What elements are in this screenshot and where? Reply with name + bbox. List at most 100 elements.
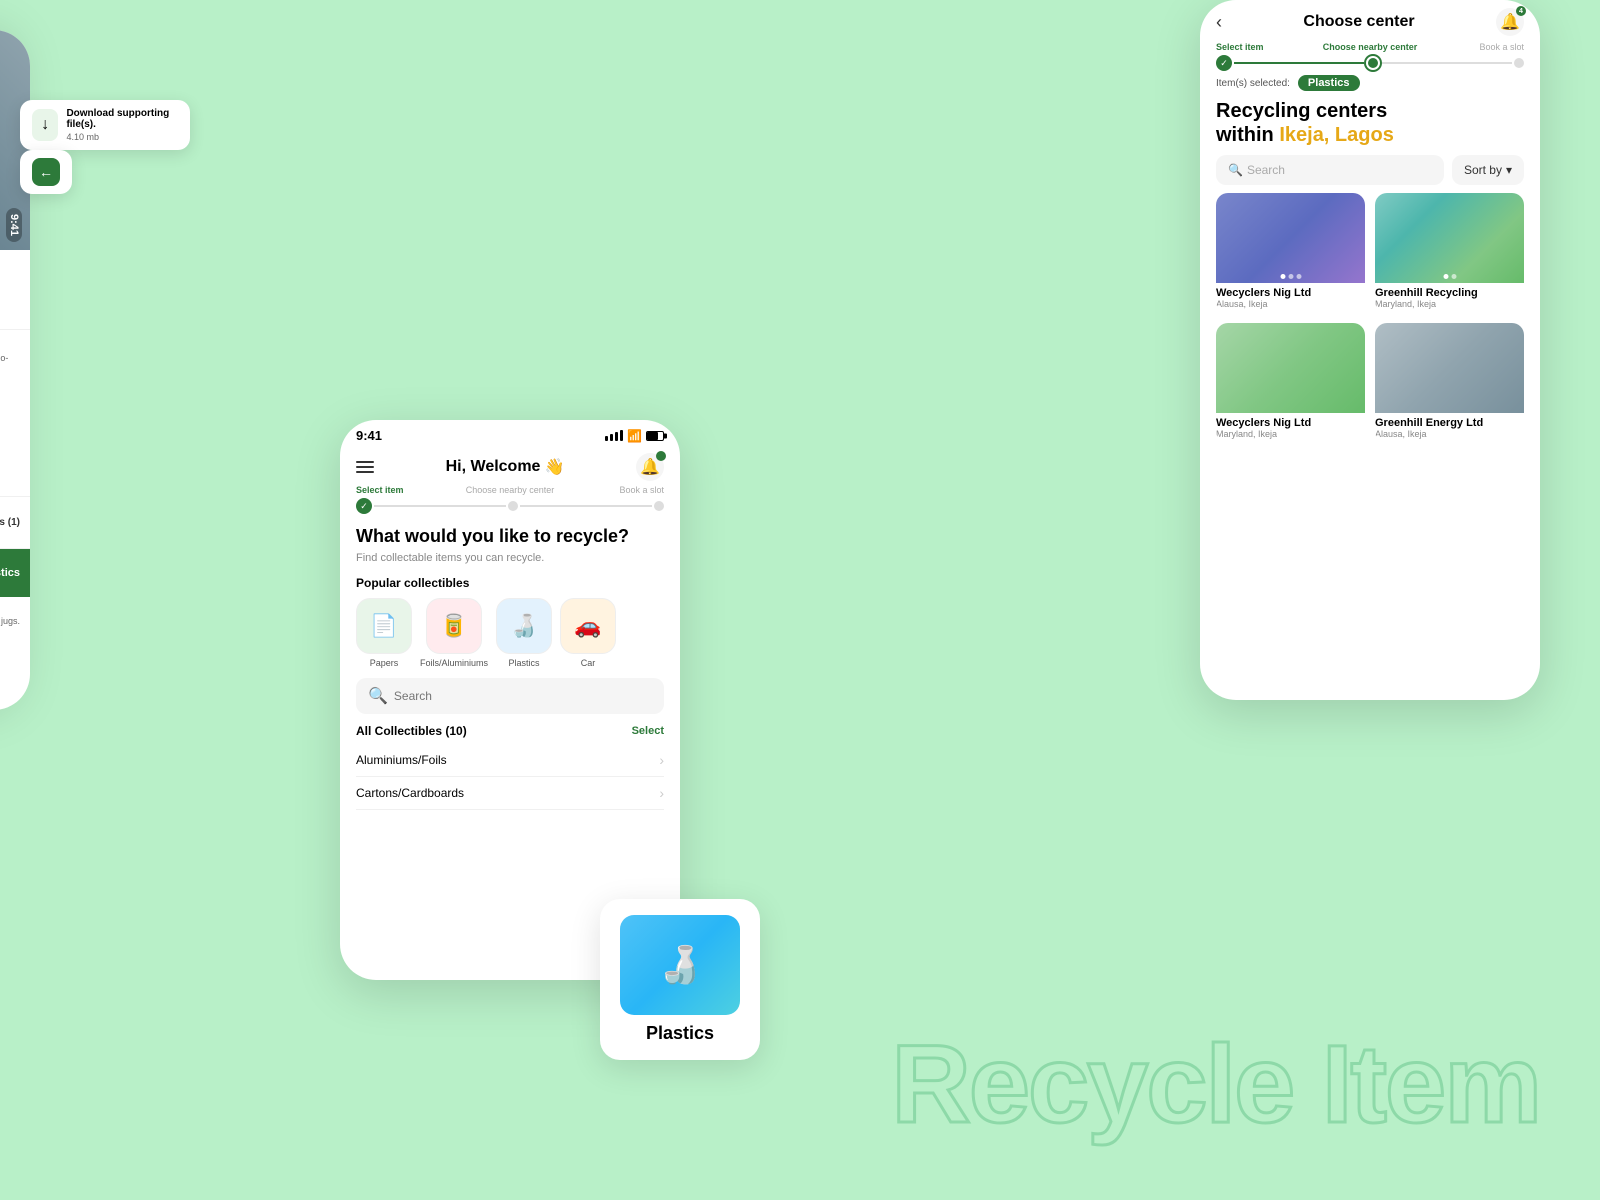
bell-icon: 🔔 xyxy=(640,457,660,477)
screen1-selected-label: Selected Items (1) xyxy=(0,517,20,528)
collectible-car[interactable]: 🚗 Car xyxy=(560,598,616,668)
screen2-select-button[interactable]: Select xyxy=(632,725,664,737)
center-image-dots-1 xyxy=(1280,274,1301,279)
screen2-popular-section: Popular collectibles 📄 Papers 🥫 Foils/Al… xyxy=(340,568,680,672)
center-name-2: Greenhill Recycling xyxy=(1375,287,1524,299)
screen3-top-bar: ‹ Choose center 🔔 4 xyxy=(1200,0,1540,40)
signal-icon xyxy=(605,430,623,441)
screen1-plastics-panel: Plastics xyxy=(0,549,30,597)
screen2-step3-label: Book a slot xyxy=(561,485,664,495)
screen3-search-row: 🔍 Search Sort by ▾ xyxy=(1200,155,1540,193)
screen1-time: 9:41 xyxy=(6,208,22,242)
search-icon-2: 🔍 xyxy=(1228,163,1243,177)
signal-bar-3 xyxy=(615,432,618,441)
center-image-1 xyxy=(1216,193,1365,283)
screen2-status-bar: 9:41 📶 xyxy=(340,420,680,447)
screen1-brief-text: Greenhill's recycling is a for-profit co… xyxy=(0,352,18,379)
collectible-plastics[interactable]: 🍶 Plastics xyxy=(496,598,552,668)
center-card-4[interactable]: Greenhill Energy Ltd Alausa, Ikeja xyxy=(1375,323,1524,443)
screen2-step3-dot xyxy=(654,501,664,511)
screen1-brief-content: Brief Info Greenhill's recycling is a fo… xyxy=(0,340,18,389)
collectible-papers[interactable]: 📄 Papers xyxy=(356,598,412,668)
screen3-heading-within: within xyxy=(1216,124,1274,146)
screen1-valid-content: Valid Items Plastic bottles, plates, cup… xyxy=(0,605,20,626)
chevron-right-icon: › xyxy=(659,752,664,768)
download-icon: ↓ xyxy=(32,109,58,141)
screen3-notification-badge: 4 xyxy=(1516,6,1526,16)
foils-circle: 🥫 xyxy=(426,598,482,654)
back-button[interactable]: ← xyxy=(32,158,60,186)
screen2-progress-line1 xyxy=(374,505,506,507)
screen2-greeting-wrap: Hi, Welcome 👋 xyxy=(446,457,565,477)
screen3-selected-row: Item(s) selected: Plastics xyxy=(1200,71,1540,95)
screen3-search-box[interactable]: 🔍 Search xyxy=(1216,155,1444,185)
center-location-1: Alausa, Ikeja xyxy=(1216,299,1365,309)
screen3-phone: ‹ Choose center 🔔 4 Select item Choose n… xyxy=(1200,0,1540,700)
screen3-progress-line2 xyxy=(1382,62,1512,64)
screen2-search-input[interactable] xyxy=(394,689,652,703)
car-label: Car xyxy=(581,658,596,668)
plastics-large-card[interactable]: 🍶 Plastics xyxy=(600,899,760,1060)
screen3-centers-grid: Wecyclers Nig Ltd Alausa, Ikeja Greenhil… xyxy=(1200,193,1540,443)
download-size: 4.10 mb xyxy=(66,132,178,142)
collectible-foils[interactable]: 🥫 Foils/Aluminiums xyxy=(420,598,488,668)
center-card-3[interactable]: Wecyclers Nig Ltd Maryland, Ikeja xyxy=(1216,323,1365,443)
center-image-dots-2 xyxy=(1443,274,1456,279)
aluminiums-name: Aluminiums/Foils xyxy=(356,753,447,767)
screen3-step3-label: Book a slot xyxy=(1421,42,1524,52)
screen3-steps-wrap: Select item Choose nearby center Book a … xyxy=(1200,40,1540,71)
screen3-heading-text: Recycling centers within Ikeja, Lagos xyxy=(1216,99,1524,147)
battery-fill xyxy=(647,432,658,440)
screen1-brief-panel: Brief Info Greenhill's recycling is a fo… xyxy=(0,330,30,497)
screen2-notification-button[interactable]: 🔔 xyxy=(636,453,664,481)
center-card-2[interactable]: Greenhill Recycling Maryland, Ikeja xyxy=(1375,193,1524,313)
collectible-item-aluminiums[interactable]: Aluminiums/Foils › xyxy=(356,744,664,777)
papers-label: Papers xyxy=(370,658,399,668)
screen2-notification-badge xyxy=(656,451,666,461)
screen3-plastics-tag: Plastics xyxy=(1298,75,1360,91)
download-info: Download supporting file(s). 4.10 mb xyxy=(66,108,178,142)
download-widget: ↓ Download supporting file(s). 4.10 mb xyxy=(20,100,190,150)
center-name-4: Greenhill Energy Ltd xyxy=(1375,417,1524,429)
signal-bar-2 xyxy=(610,434,613,441)
screen3-steps-labels: Select item Choose nearby center Book a … xyxy=(1216,42,1524,52)
plastics-bottles-visual: 🍶 xyxy=(620,915,740,1015)
center-image-3 xyxy=(1216,323,1365,413)
chevron-down-icon: ▾ xyxy=(1506,163,1512,177)
center-name-3: Wecyclers Nig Ltd xyxy=(1216,417,1365,429)
screen3-back-button[interactable]: ‹ xyxy=(1216,12,1222,33)
back-widget: ← xyxy=(20,150,72,194)
center-image-4 xyxy=(1375,323,1524,413)
screen3-step2-label: Choose nearby center xyxy=(1319,42,1422,52)
screen3-search-placeholder: Search xyxy=(1247,163,1285,177)
plastics-card-label: Plastics xyxy=(616,1023,744,1044)
screen2-phone: 9:41 📶 Hi, Welcome 👋 🔔 xyxy=(340,420,680,980)
screen1-valid-panel: Valid Items Plastic bottles, plates, cup… xyxy=(0,597,30,710)
img-dot-active xyxy=(1280,274,1285,279)
screen2-collectibles-row: 📄 Papers 🥫 Foils/Aluminiums 🍶 Plastics 🚗… xyxy=(356,598,664,668)
center-card-1[interactable]: Wecyclers Nig Ltd Alausa, Ikeja xyxy=(1216,193,1365,313)
screen2-popular-title: Popular collectibles xyxy=(356,576,664,590)
screen3-step2-dot xyxy=(1366,56,1380,70)
hamburger-line xyxy=(356,461,374,463)
screen3-title: Choose center xyxy=(1303,13,1414,31)
foils-label: Foils/Aluminiums xyxy=(420,658,488,668)
screen2-step1-label: Select item xyxy=(356,485,459,495)
wifi-icon: 📶 xyxy=(627,429,642,443)
papers-circle: 📄 xyxy=(356,598,412,654)
hamburger-button[interactable] xyxy=(356,461,374,473)
screen3-notification-button[interactable]: 🔔 4 xyxy=(1496,8,1524,36)
screen1-valid-text: Plastic bottles, plates, cups and jugs. xyxy=(0,616,20,626)
car-circle: 🚗 xyxy=(560,598,616,654)
screen2-question-section: What would you like to recycle? Find col… xyxy=(340,514,680,568)
screen1-selected-panel: Selected Items (1) xyxy=(0,497,30,549)
screen2-header: Hi, Welcome 👋 🔔 xyxy=(340,447,680,481)
screen3-sort-box[interactable]: Sort by ▾ xyxy=(1452,155,1524,185)
plastics-card-image: 🍶 xyxy=(620,915,740,1015)
screen1-see-all[interactable]: See all collectibles ↓ xyxy=(0,379,18,389)
screen2-greeting: Hi, Welcome xyxy=(446,458,541,476)
collectible-item-cartons[interactable]: Cartons/Cardboards › xyxy=(356,777,664,810)
checkmark-icon: ✓ xyxy=(360,501,368,512)
signal-bar-1 xyxy=(605,436,608,441)
screen2-steps-wrap: Select item Choose nearby center Book a … xyxy=(340,481,680,514)
